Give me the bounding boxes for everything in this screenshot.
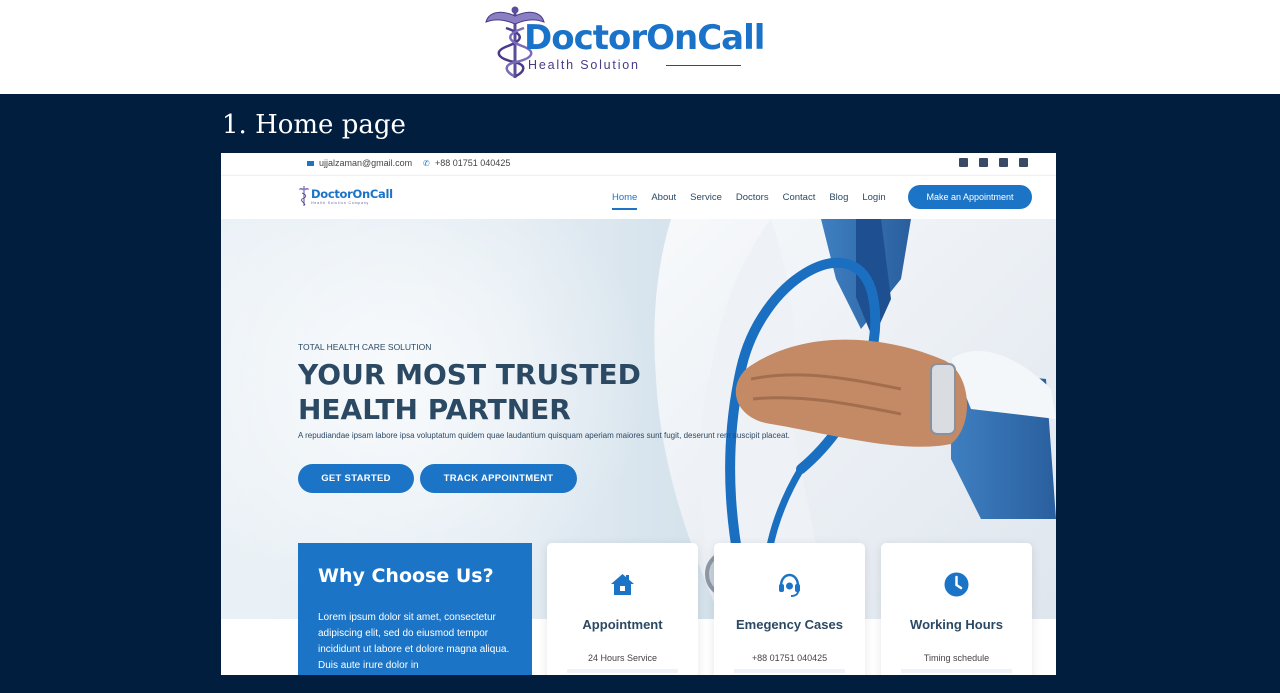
slide-panel: 1. Home page ujjalzaman@gmail.com ✆ +88 … [0, 94, 1280, 693]
nav-link-home[interactable]: Home [612, 192, 638, 210]
hero-description: A repudiandae ipsam labore ipsa voluptat… [298, 431, 790, 440]
card-title: Appointment [582, 617, 663, 632]
nav-links: Home About Service Doctors Contact Blog … [612, 192, 886, 210]
social-links [959, 158, 1028, 167]
why-choose-us-text: Lorem ipsum dolor sit amet, consectetur … [318, 612, 510, 671]
nav-link-blog[interactable]: Blog [829, 192, 848, 210]
nav-link-doctors[interactable]: Doctors [736, 192, 769, 210]
why-choose-us-title: Why Choose Us? [318, 565, 494, 587]
brand-divider [666, 65, 741, 66]
homepage-screenshot: ujjalzaman@gmail.com ✆ +88 01751 040425 … [221, 153, 1056, 675]
hero-title-line-2: HEALTH PARTNER [298, 393, 571, 426]
card-title: Emegency Cases [736, 617, 843, 632]
email-text: ujjalzaman@gmail.com [319, 158, 413, 168]
navbar: DoctorOnCall Health Solution Company Hom… [221, 175, 1056, 219]
clock-icon [944, 572, 969, 597]
get-started-button[interactable]: GET STARTED [298, 464, 414, 493]
nav-link-login[interactable]: Login [862, 192, 885, 210]
nav-link-contact[interactable]: Contact [783, 192, 816, 210]
nav-link-about[interactable]: About [651, 192, 676, 210]
email-contact[interactable]: ujjalzaman@gmail.com [307, 158, 412, 168]
home-icon [611, 574, 634, 595]
other-social-icon[interactable] [1019, 158, 1028, 167]
phone-icon: ✆ [423, 158, 430, 168]
nav-logo-subtitle: Health Solution Company [311, 201, 370, 205]
brand-header: DoctorOnCall Health Solution [0, 0, 1280, 94]
track-appointment-button[interactable]: TRACK APPOINTMENT [420, 464, 577, 493]
hero-title: YOUR MOST TRUSTED HEALTH PARTNER [298, 357, 718, 427]
appointment-card[interactable]: Appointment 24 Hours Service [547, 543, 698, 675]
headset-icon [779, 573, 800, 597]
hero-kicker: TOTAL HEALTH CARE SOLUTION [298, 342, 432, 352]
card-subtitle: Timing schedule [923, 653, 990, 663]
linkedin-icon[interactable] [959, 158, 968, 167]
mail-icon [307, 160, 314, 166]
working-hours-card[interactable]: Working Hours Timing schedule [881, 543, 1032, 675]
hero-title-line-1: YOUR MOST TRUSTED [298, 358, 641, 391]
slide-title: 1. Home page [222, 110, 406, 140]
nav-logo[interactable]: DoctorOnCall [311, 187, 393, 201]
phone-text: +88 01751 040425 [435, 158, 511, 168]
nav-logo-icon [299, 186, 309, 206]
phone-contact[interactable]: ✆ +88 01751 040425 [423, 158, 510, 168]
why-choose-us-panel: Why Choose Us? Lorem ipsum dolor sit ame… [298, 543, 532, 675]
nav-link-service[interactable]: Service [690, 192, 722, 210]
brand-name: DoctorOnCall [524, 18, 765, 58]
card-subtitle: +88 01751 040425 [751, 653, 828, 663]
top-contact-bar: ujjalzaman@gmail.com ✆ +88 01751 040425 [221, 153, 1056, 175]
instagram-icon[interactable] [999, 158, 1008, 167]
make-appointment-button[interactable]: Make an Appointment [908, 185, 1032, 209]
facebook-icon[interactable] [979, 158, 988, 167]
emergency-card[interactable]: Emegency Cases +88 01751 040425 [714, 543, 865, 675]
card-subtitle: 24 Hours Service [587, 653, 658, 663]
card-title: Working Hours [910, 617, 1003, 632]
brand-subtitle: Health Solution [528, 58, 640, 72]
